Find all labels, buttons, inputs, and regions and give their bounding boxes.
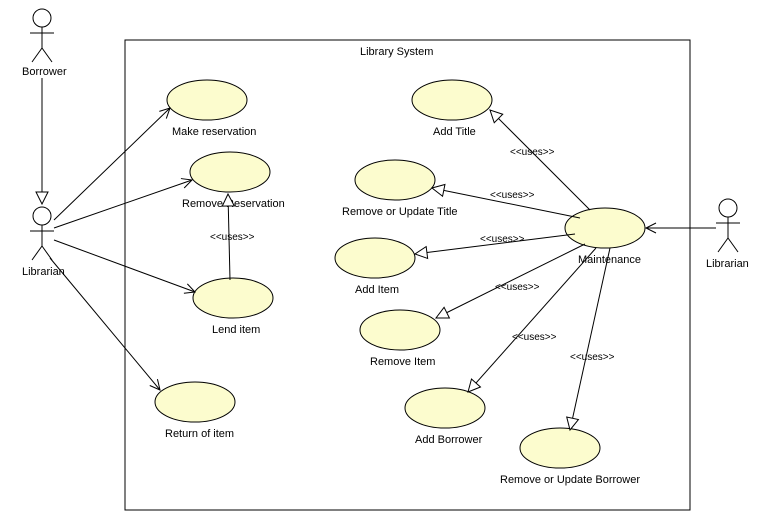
uc-remove-item: [360, 310, 440, 350]
uc-remove-reservation-label: Remove Reservation: [182, 198, 285, 210]
uc-remove-update-borrower-label: Remove or Update Borrower: [500, 474, 640, 486]
uc-add-title-label: Add Title: [433, 126, 476, 138]
uses-maint-updtitle-label: <<uses>>: [490, 190, 535, 201]
uc-remove-reservation: [190, 152, 270, 192]
uses-lend-removeres-label: <<uses>>: [210, 232, 255, 243]
uc-maintenance-label: Maintenance: [578, 254, 641, 266]
actor-librarian-right-label: Librarian: [706, 258, 749, 270]
uc-add-borrower: [405, 388, 485, 428]
assoc-lib-remove-res: [54, 180, 192, 228]
uc-remove-item-label: Remove Item: [370, 356, 435, 368]
uc-remove-update-borrower: [520, 428, 600, 468]
uses-maint-removeitem-label: <<uses>>: [495, 282, 540, 293]
actor-librarian-right: Librarian: [706, 199, 749, 270]
uc-add-title: [412, 80, 492, 120]
uses-maint-addborrower: [468, 248, 596, 392]
uses-maint-addborrower-label: <<uses>>: [512, 332, 557, 343]
uc-add-borrower-label: Add Borrower: [415, 434, 483, 446]
usecase-diagram: Library System Borrower Librarian Librar…: [0, 0, 764, 521]
uses-maint-additem-label: <<uses>>: [480, 234, 525, 245]
uses-maint-updborrower: [570, 248, 610, 430]
uc-add-item: [335, 238, 415, 278]
uses-maint-removeitem: [436, 244, 585, 318]
uses-maint-addtitle-label: <<uses>>: [510, 147, 555, 158]
uc-return-item-label: Return of item: [165, 428, 234, 440]
uses-maint-updborrower-label: <<uses>>: [570, 352, 615, 363]
uc-maintenance: [565, 208, 645, 248]
actor-borrower-label: Borrower: [22, 66, 67, 78]
uc-remove-update-title-label: Remove or Update Title: [342, 206, 458, 218]
actor-borrower: Borrower: [22, 9, 67, 78]
uc-lend-item: [193, 278, 273, 318]
assoc-lib-return: [50, 258, 160, 390]
assoc-lib-make: [54, 108, 170, 220]
uc-add-item-label: Add Item: [355, 284, 399, 296]
uc-return-item: [155, 382, 235, 422]
uc-make-reservation-label: Make reservation: [172, 126, 256, 138]
uc-lend-item-label: Lend item: [212, 324, 260, 336]
system-title: Library System: [360, 46, 433, 58]
uc-remove-update-title: [355, 160, 435, 200]
uc-make-reservation: [167, 80, 247, 120]
